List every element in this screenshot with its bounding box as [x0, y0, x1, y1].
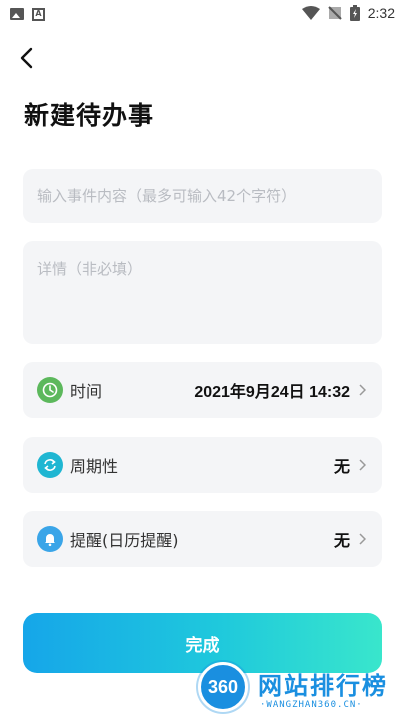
watermark-badge: 360 — [198, 662, 248, 712]
a-icon: A — [32, 7, 45, 21]
watermark-logo: 360 网站排行榜 ·WANGZHAN360.CN· — [198, 662, 403, 718]
bell-icon — [37, 526, 63, 552]
reminder-value: 无 — [333, 533, 350, 550]
watermark-title: 网站排行榜 — [258, 672, 388, 700]
time-value: 2021年9月24日 14:32 — [194, 384, 350, 401]
watermark-subtitle: ·WANGZHAN360.CN· — [260, 700, 363, 710]
back-button[interactable] — [14, 44, 38, 72]
repeat-row[interactable]: 周期性 无 — [23, 437, 382, 493]
repeat-icon — [37, 452, 63, 478]
chevron-right-icon — [358, 458, 368, 472]
time-label: 时间 — [70, 382, 103, 401]
image-icon — [10, 8, 24, 20]
status-bar: A 2:32 — [0, 0, 405, 28]
status-right-icons: 2:32 — [301, 5, 395, 21]
wifi-icon — [301, 6, 320, 20]
status-left-icons: A — [10, 7, 45, 21]
reminder-row[interactable]: 提醒(日历提醒) 无 — [23, 511, 382, 567]
page-title: 新建待办事 — [24, 101, 155, 130]
clock-icon — [37, 377, 63, 403]
status-time: 2:32 — [367, 5, 395, 21]
repeat-value: 无 — [333, 459, 350, 476]
battery-icon — [349, 5, 360, 21]
chevron-right-icon — [358, 383, 368, 397]
repeat-label: 周期性 — [70, 457, 119, 476]
time-row[interactable]: 时间 2021年9月24日 14:32 — [23, 362, 382, 418]
chevron-left-icon — [20, 47, 33, 69]
detail-input[interactable] — [23, 241, 382, 344]
chevron-right-icon — [358, 532, 368, 546]
no-signal-icon — [328, 6, 342, 20]
event-content-input[interactable] — [23, 169, 382, 223]
reminder-label: 提醒(日历提醒) — [70, 531, 179, 550]
